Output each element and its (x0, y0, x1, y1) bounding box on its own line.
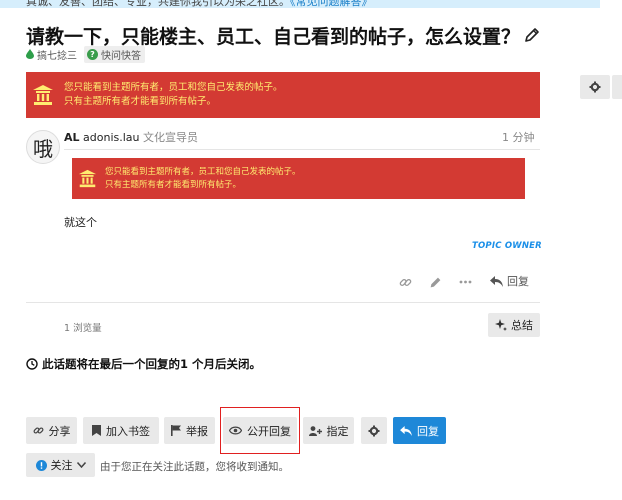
topic-title: 请教一下，只能楼主、员工、自己看到的帖子，怎么设置？ (26, 26, 521, 48)
post-banner-line-2: 只有主题所有者才能看到所有帖子。 (105, 179, 242, 190)
post-banner-line-1: 您只能看到主题所有者，员工和您自己发表的帖子。 (105, 167, 301, 178)
stats-divider (26, 302, 540, 303)
reply-button[interactable]: 回复 (393, 417, 446, 444)
notification-level-dropdown[interactable]: 关注 (26, 453, 95, 477)
post-reply-label: 回复 (507, 275, 529, 288)
alert-circle-icon (35, 459, 47, 471)
edit-title-icon[interactable] (524, 27, 540, 43)
avatar[interactable]: 哦 (26, 130, 60, 164)
topic-admin-button[interactable] (361, 417, 387, 444)
category-label: 搞七捻三 (37, 50, 77, 62)
sparkle-icon (495, 319, 507, 331)
link-icon (33, 427, 43, 434)
topic-timer-notice: 此话题将在最后一个回复的1 个月后关闭。 (26, 356, 261, 372)
share-label: 分享 (48, 424, 71, 438)
bookmark-icon (92, 425, 101, 436)
temple-icon (78, 169, 97, 188)
chevron-down-icon (76, 462, 86, 468)
copy-link-icon[interactable] (396, 273, 414, 291)
flag-button[interactable]: 举报 (164, 417, 215, 444)
clock-icon (26, 358, 38, 370)
gear-icon (368, 425, 380, 436)
restricted-visibility-banner: 您只能看到主题所有者，员工和您自己发表的帖子。 只有主题所有者才能看到所有帖子。 (26, 72, 540, 118)
question-icon: ? (87, 48, 98, 60)
post-author[interactable]: AL adonis.lau 文化宣导员 (64, 129, 198, 145)
post-reply-button[interactable]: 回复 (490, 273, 529, 289)
banner-line-1: 您只能看到主题所有者，员工和您自己发表的帖子。 (64, 82, 283, 94)
closing-text: 此话题将在最后一个回复的1 个月后关闭。 (42, 357, 262, 371)
post-embedded-banner: 您只能看到主题所有者，员工和您自己发表的帖子。 只有主题所有者才能看到所有帖子。 (72, 158, 525, 199)
edit-post-pencil-icon[interactable] (426, 273, 444, 291)
post-time[interactable]: 1 分钟 (502, 129, 535, 145)
notification-level-label: 关注 (50, 459, 73, 472)
assign-button[interactable]: 指定 (303, 417, 354, 444)
topic-admin-wrench-button[interactable] (580, 75, 610, 99)
top-notice-text: 真诚、友善、团结、专业，共建你我引以为荣之社区。 (26, 0, 290, 8)
reply-label: 回复 (417, 424, 439, 438)
username: AL (64, 131, 80, 144)
faq-link[interactable]: 《常见问题解答》 (290, 0, 373, 8)
temple-icon (33, 85, 53, 105)
category-drop-icon (26, 49, 34, 59)
gear-icon (589, 81, 601, 93)
flag-label: 举报 (186, 424, 208, 438)
user-fullname: adonis.lau (83, 131, 140, 144)
tag-label: 快问快答 (101, 50, 141, 62)
topic-owner-label: TOPIC OWNER (472, 241, 542, 251)
topic-map-toggle[interactable] (612, 75, 622, 99)
reply-icon (490, 275, 503, 287)
banner-line-2: 只有主题所有者才能看到所有帖子。 (64, 96, 217, 107)
bookmark-label: 加入书签 (106, 424, 150, 438)
reply-icon (400, 425, 412, 436)
post-body: 就这个 (64, 216, 97, 229)
more-actions-icon[interactable] (456, 273, 474, 291)
notification-reason: 由于您正在关注此话题，您将收到通知。 (100, 461, 289, 473)
top-notice-banner: 真诚、友善、团结、专业，共建你我引以为荣之社区。《常见问题解答》 (0, 0, 600, 8)
post-divider (64, 149, 540, 150)
share-button[interactable]: 分享 (26, 417, 77, 444)
topic-category[interactable]: 搞七捻三 (26, 46, 77, 62)
assign-label: 指定 (326, 424, 349, 438)
view-count: 1 浏览量 (64, 323, 102, 334)
bookmark-button[interactable]: 加入书签 (83, 417, 159, 444)
summarize-label: 总结 (511, 319, 533, 332)
topic-tag[interactable]: ? 快问快答 (84, 45, 145, 63)
summarize-button[interactable]: 总结 (488, 313, 540, 337)
highlight-annotation-box (220, 407, 300, 454)
user-title: 文化宣导员 (143, 131, 199, 144)
flag-icon (171, 425, 181, 436)
user-plus-icon (308, 425, 322, 436)
